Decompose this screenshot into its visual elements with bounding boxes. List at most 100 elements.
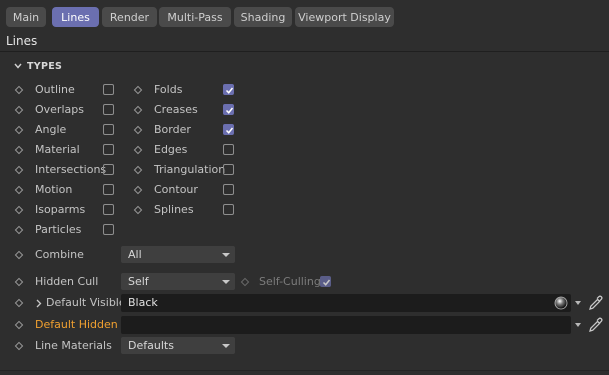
keyframe-diamond-icon[interactable]	[14, 205, 24, 215]
chevron-down-icon[interactable]	[575, 301, 581, 305]
keyframe-diamond-icon[interactable]	[133, 205, 143, 215]
keyframe-diamond-icon[interactable]	[14, 277, 24, 287]
hidden-cull-value: Self	[128, 275, 149, 288]
keyframe-diamond-icon[interactable]	[133, 165, 143, 175]
tab-main[interactable]: Main	[6, 7, 46, 27]
title-divider	[0, 51, 609, 52]
line-materials-label: Line Materials	[35, 339, 112, 352]
keyframe-diamond-icon[interactable]	[14, 250, 24, 260]
keyframe-diamond-icon[interactable]	[14, 225, 24, 235]
types-row-splines: Splines	[130, 201, 250, 219]
option-label: Angle	[35, 123, 67, 136]
tab-lines[interactable]: Lines	[52, 7, 99, 27]
tab-multi-pass[interactable]: Multi-Pass	[159, 7, 231, 27]
border-checkbox[interactable]	[223, 124, 234, 135]
option-label: Overlaps	[35, 103, 84, 116]
default-visible-label: Default Visible	[46, 296, 126, 309]
material-checkbox[interactable]	[103, 144, 114, 155]
option-label: Splines	[154, 203, 194, 216]
checkmark-icon	[225, 87, 234, 94]
page-title: Lines	[6, 34, 38, 48]
chevron-down-icon	[14, 63, 22, 69]
combine-value: All	[128, 248, 142, 261]
tab-shading[interactable]: Shading	[234, 7, 292, 27]
creases-checkbox[interactable]	[223, 104, 234, 115]
eyedropper-icon[interactable]	[587, 317, 604, 334]
chevron-down-icon	[222, 253, 230, 257]
keyframe-diamond-icon[interactable]	[133, 145, 143, 155]
default-hidden-field[interactable]	[121, 316, 571, 334]
keyframe-diamond-icon[interactable]	[14, 298, 24, 308]
hidden-cull-row: Hidden Cull Self Self-Culling	[0, 273, 609, 291]
default-visible-row: Default Visible Black	[0, 294, 609, 312]
default-visible-value: Black	[128, 296, 158, 309]
keyframe-diamond-icon[interactable]	[133, 125, 143, 135]
types-section-header[interactable]: TYPES	[14, 59, 62, 73]
overlaps-checkbox[interactable]	[103, 104, 114, 115]
types-row-folds: Folds	[130, 81, 250, 99]
default-hidden-label: Default Hidden	[35, 318, 118, 331]
tab-viewport-display[interactable]: Viewport Display	[295, 7, 394, 27]
types-row-edges: Edges	[130, 141, 250, 159]
default-visible-field[interactable]: Black	[121, 294, 571, 312]
option-label: Isoparms	[35, 203, 86, 216]
tab-render[interactable]: Render	[102, 7, 157, 27]
option-label: Outline	[35, 83, 75, 96]
angle-checkbox[interactable]	[103, 124, 114, 135]
keyframe-diamond-icon[interactable]	[14, 105, 24, 115]
folds-checkbox[interactable]	[223, 84, 234, 95]
combine-dropdown[interactable]: All	[121, 246, 235, 263]
keyframe-diamond-icon[interactable]	[240, 277, 250, 287]
option-label: Intersections	[35, 163, 107, 176]
types-row-creases: Creases	[130, 101, 250, 119]
option-label: Folds	[154, 83, 183, 96]
keyframe-diamond-icon[interactable]	[14, 165, 24, 175]
material-preview-icon[interactable]	[554, 296, 568, 310]
motion-checkbox[interactable]	[103, 184, 114, 195]
isoparms-checkbox[interactable]	[103, 204, 114, 215]
edges-checkbox[interactable]	[223, 144, 234, 155]
types-row-triangulation: Triangulation	[130, 161, 250, 179]
keyframe-diamond-icon[interactable]	[14, 125, 24, 135]
keyframe-diamond-icon[interactable]	[14, 320, 24, 330]
section-title: TYPES	[27, 60, 63, 72]
types-row-border: Border	[130, 121, 250, 139]
particles-checkbox[interactable]	[103, 224, 114, 235]
types-row-contour: Contour	[130, 181, 250, 199]
option-label: Particles	[35, 223, 82, 236]
triangulation-checkbox[interactable]	[223, 164, 234, 175]
contour-checkbox[interactable]	[223, 184, 234, 195]
hidden-cull-label: Hidden Cull	[35, 275, 99, 288]
chevron-down-icon	[222, 280, 230, 284]
checkmark-icon	[225, 127, 234, 134]
self-culling-label: Self-Culling	[259, 275, 321, 288]
eyedropper-icon[interactable]	[587, 295, 604, 312]
option-label: Motion	[35, 183, 73, 196]
keyframe-diamond-icon[interactable]	[14, 185, 24, 195]
combine-label: Combine	[35, 248, 84, 261]
default-hidden-row: Default Hidden	[0, 316, 609, 334]
keyframe-diamond-icon[interactable]	[133, 185, 143, 195]
keyframe-diamond-icon[interactable]	[14, 145, 24, 155]
self-culling-checkbox[interactable]	[320, 276, 331, 287]
line-materials-row: Line Materials Defaults	[0, 337, 609, 355]
intersections-checkbox[interactable]	[103, 164, 114, 175]
line-materials-value: Defaults	[128, 339, 174, 352]
chevron-right-icon[interactable]	[36, 299, 42, 308]
checkmark-icon	[322, 279, 331, 286]
keyframe-diamond-icon[interactable]	[133, 85, 143, 95]
bottom-divider	[0, 370, 609, 371]
keyframe-diamond-icon[interactable]	[14, 85, 24, 95]
combine-row: Combine All	[0, 246, 609, 264]
option-label: Creases	[154, 103, 198, 116]
keyframe-diamond-icon[interactable]	[14, 341, 24, 351]
keyframe-diamond-icon[interactable]	[133, 105, 143, 115]
splines-checkbox[interactable]	[223, 204, 234, 215]
chevron-down-icon	[222, 344, 230, 348]
types-row-particles: Particles	[0, 221, 300, 239]
option-label: Triangulation	[154, 163, 226, 176]
chevron-down-icon[interactable]	[575, 323, 581, 327]
outline-checkbox[interactable]	[103, 84, 114, 95]
line-materials-dropdown[interactable]: Defaults	[121, 337, 235, 354]
hidden-cull-dropdown[interactable]: Self	[121, 273, 235, 290]
